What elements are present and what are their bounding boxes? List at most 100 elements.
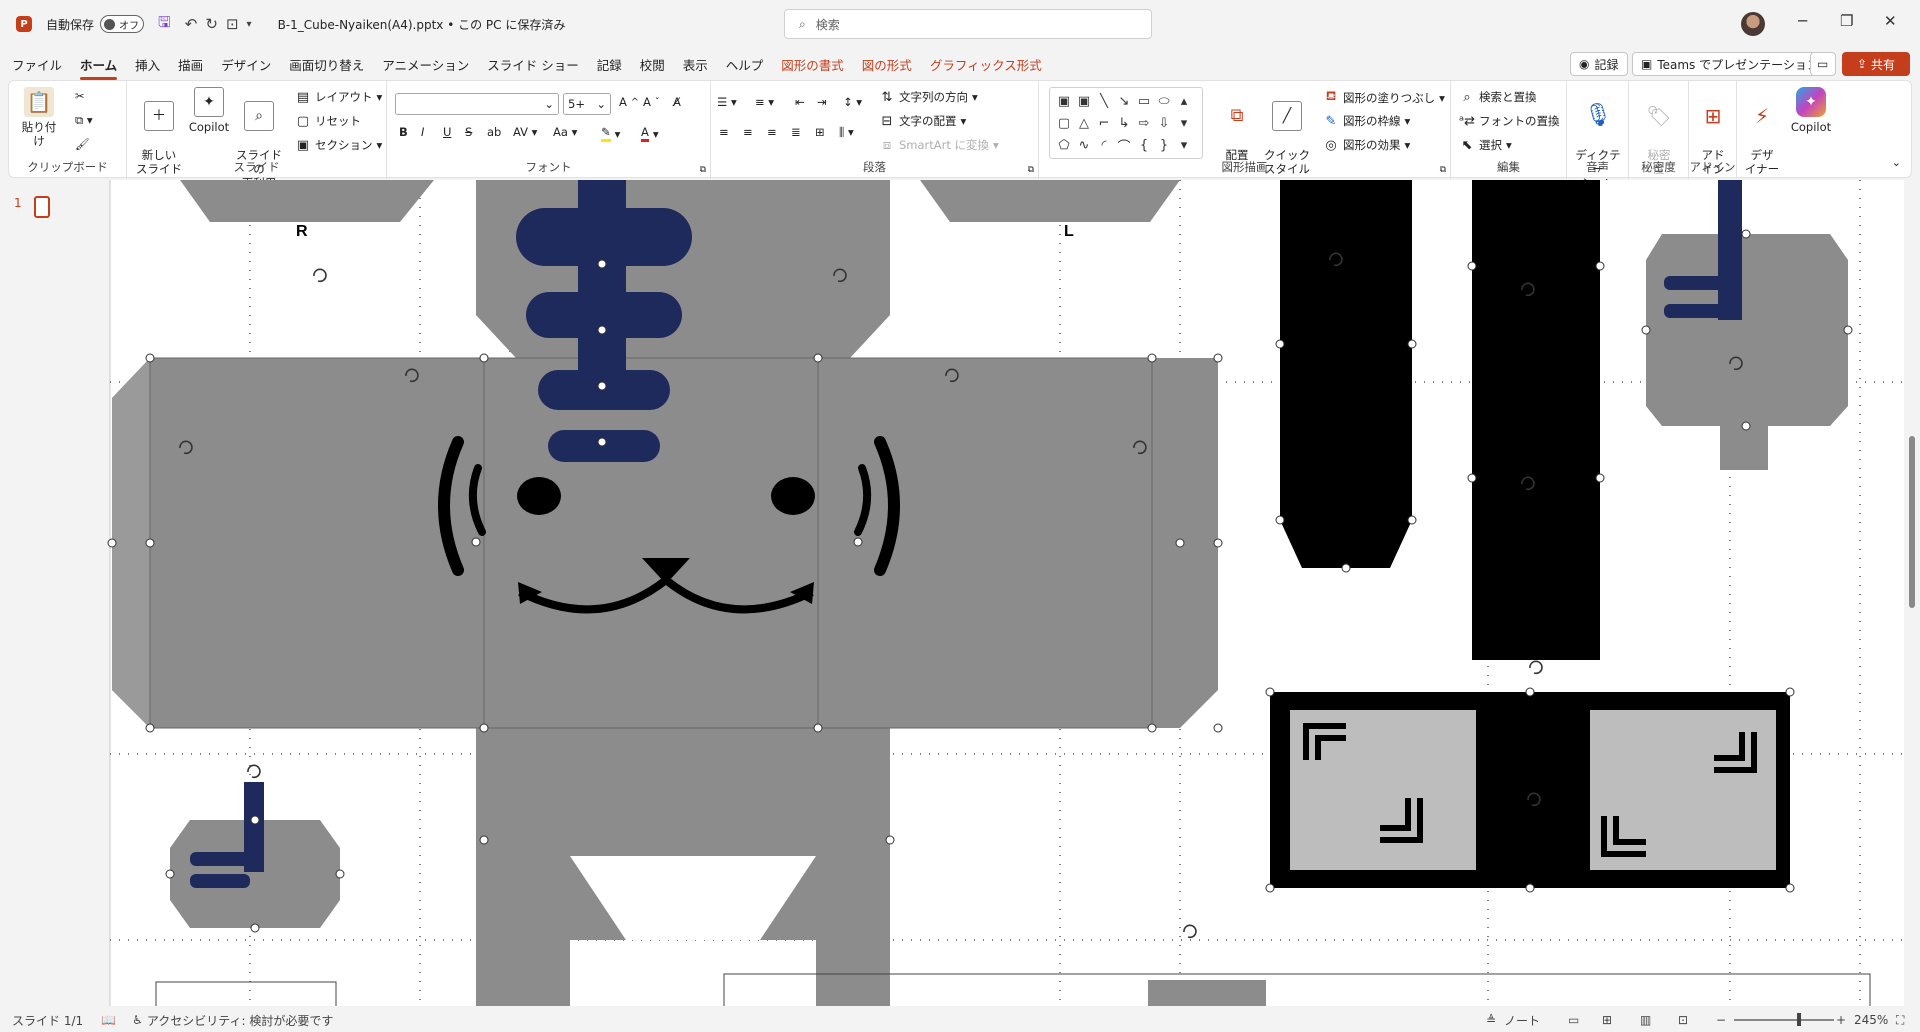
rectangle-shape-icon[interactable]: ▭ (1134, 90, 1154, 112)
bold-icon[interactable]: B (399, 125, 408, 139)
slide-sorter-icon[interactable]: ⊞ (1602, 1013, 1612, 1027)
left-brace-icon[interactable]: { (1134, 134, 1154, 156)
distribute-icon[interactable]: ⊞ (815, 125, 825, 139)
tab-graphics-format[interactable]: グラフィックス形式 (930, 55, 1042, 74)
align-left-icon[interactable]: ≡ (719, 125, 729, 139)
align-text-button[interactable]: ⊟ 文字の配置 ▾ (879, 113, 967, 129)
zoom-slider[interactable] (1734, 1019, 1834, 1021)
strip-b[interactable] (1472, 180, 1600, 660)
gray-box-bottom[interactable] (1148, 980, 1266, 1006)
strikethrough-icon[interactable]: S (465, 125, 472, 139)
vertical-scrollbar[interactable] (1904, 180, 1920, 1006)
format-painter-icon[interactable]: 🖌 (75, 137, 90, 151)
zoom-out-icon[interactable]: − (1716, 1013, 1726, 1027)
shape-fill-button[interactable]: ⛾ 図形の塗りつぶし ▾ (1323, 89, 1445, 106)
tab-insert[interactable]: 挿入 (135, 55, 160, 74)
curve-shape-icon[interactable]: ⌒ (1114, 134, 1134, 156)
tab-transitions[interactable]: 画面切り替え (289, 55, 364, 74)
char-spacing-icon[interactable]: AV ▾ (513, 125, 537, 139)
strip-a[interactable] (1280, 180, 1412, 568)
side-piece-left[interactable] (170, 782, 340, 928)
copilot-button[interactable]: ✦ Copilot (1787, 87, 1835, 134)
present-from-start-icon[interactable]: ⊡ (226, 15, 239, 33)
scribble-shape-icon[interactable]: ∿ (1074, 134, 1094, 156)
bottom-right-box[interactable] (1270, 692, 1790, 888)
copy-icon[interactable]: ⧉ ▾ (75, 113, 93, 128)
select-button[interactable]: ⬉ 選択 ▾ (1459, 137, 1512, 153)
find-replace-button[interactable]: ⌕ 検索と置換 (1459, 89, 1536, 105)
font-size-combo[interactable]: 5+ ⌄ (563, 93, 611, 115)
tab-design[interactable]: デザイン (221, 55, 271, 74)
collapse-ribbon-icon[interactable]: ⌄ (1892, 156, 1901, 169)
oval-shape-icon[interactable]: ⬭ (1154, 90, 1174, 112)
avatar[interactable] (1741, 12, 1765, 36)
save-icon[interactable]: 🖫 (158, 12, 171, 37)
columns-icon[interactable]: ⫼ ▾ (839, 125, 854, 140)
record-button[interactable]: ◉ 記録 (1570, 52, 1628, 76)
shrink-font-icon[interactable]: Aˇ (643, 95, 660, 109)
arrow-line-shape-icon[interactable]: ↘ (1114, 90, 1134, 112)
comments-button[interactable]: ▭ (1810, 52, 1836, 76)
right-arrow-shape-icon[interactable]: ⇨ (1134, 112, 1154, 134)
shapes-gallery[interactable]: ▣ ▣ ╲ ↘ ▭ ⬭ ▴ ▢ △ ⌐ ↳ ⇨ ⇩ ▾ ⬠ ∿ ◜ ⌒{} ▾ (1049, 87, 1203, 159)
bullets-icon[interactable]: ☰ ▾ (717, 95, 737, 109)
tab-home[interactable]: ホーム (80, 55, 118, 80)
elbow-arrow-icon[interactable]: ↳ (1114, 112, 1134, 134)
tab-animations[interactable]: アニメーション (382, 55, 469, 74)
freeform-shape-icon[interactable]: ⬠ (1054, 134, 1074, 156)
flap-top-right[interactable] (920, 180, 1180, 222)
down-arrow-shape-icon[interactable]: ⇩ (1154, 112, 1174, 134)
close-icon[interactable]: ✕ (1884, 12, 1897, 30)
search-input[interactable]: ⌕ 検索 (784, 9, 1152, 39)
textbox-shape-icon[interactable]: ▣ (1054, 90, 1074, 112)
numbering-icon[interactable]: ≡ ▾ (755, 95, 774, 109)
replace-fonts-button[interactable]: ᵃ⇄ フォントの置換 (1459, 113, 1560, 129)
reading-view-icon[interactable]: ▥ (1640, 1013, 1651, 1027)
cut-icon[interactable]: ✂ (75, 89, 85, 103)
zoom-slider-thumb[interactable] (1797, 1013, 1801, 1026)
rounded-rect-shape-icon[interactable]: ▢ (1054, 112, 1074, 134)
align-center-icon[interactable]: ≡ (743, 125, 753, 139)
slide-canvas[interactable]: R L (90, 180, 1908, 1006)
autosave-toggle[interactable]: オフ (100, 15, 145, 33)
tab-help[interactable]: ヘルプ (726, 55, 764, 74)
outline-box-right[interactable] (723, 973, 1871, 1006)
document-title[interactable]: B-1_Cube-Nyaiken(A4).pptx • この PC に保存済み (278, 16, 566, 33)
tab-picture-format[interactable]: 図の形式 (862, 55, 912, 74)
tab-record[interactable]: 記録 (597, 55, 622, 74)
clear-format-icon[interactable]: A̸ (673, 95, 681, 109)
underline-icon[interactable]: U (443, 125, 451, 139)
change-case-icon[interactable]: Aa ▾ (553, 125, 577, 139)
arc-shape-icon[interactable]: ◜ (1094, 134, 1114, 156)
customize-qat-icon[interactable]: ▾ (247, 19, 252, 30)
gallery-down-icon[interactable]: ▾ (1174, 112, 1194, 134)
section-button[interactable]: ▣ セクション ▾ (295, 137, 382, 153)
zoom-in-icon[interactable]: + (1836, 1013, 1846, 1027)
increase-indent-icon[interactable]: ⇥ (817, 95, 827, 109)
slide-thumbnail[interactable] (34, 196, 50, 218)
font-color-icon[interactable]: A ▾ (641, 125, 659, 142)
cube-middle-band[interactable] (112, 358, 1218, 728)
reset-button[interactable]: ▢ リセット (295, 113, 361, 129)
shape-outline-button[interactable]: ✎ 図形の枠線 ▾ (1323, 113, 1411, 129)
right-brace-icon[interactable]: } (1154, 134, 1174, 156)
slideshow-icon[interactable]: ⊡ (1678, 1013, 1688, 1027)
undo-icon[interactable]: ↶ (185, 15, 198, 33)
outline-box-left[interactable] (155, 981, 337, 1006)
vertical-textbox-shape-icon[interactable]: ▣ (1074, 90, 1094, 112)
tab-file[interactable]: ファイル (12, 55, 62, 74)
scrollbar-thumb[interactable] (1909, 436, 1915, 608)
notes-button[interactable]: ノート (1504, 1012, 1540, 1029)
designer-button[interactable]: ⚡ デザ イナー (1741, 87, 1783, 176)
accessibility-status[interactable]: アクセシビリティ: 検討が必要です (147, 1012, 334, 1029)
gallery-up-icon[interactable]: ▴ (1174, 90, 1194, 112)
tab-draw[interactable]: 描画 (178, 55, 203, 74)
shadow-icon[interactable]: ab (487, 125, 501, 139)
notes-icon[interactable]: ≜ (1486, 1013, 1496, 1027)
justify-icon[interactable]: ≣ (791, 125, 801, 139)
flap-top-left[interactable] (180, 180, 434, 222)
elbow-connector-icon[interactable]: ⌐ (1094, 112, 1114, 134)
line-shape-icon[interactable]: ╲ (1094, 90, 1114, 112)
tab-view[interactable]: 表示 (683, 55, 708, 74)
line-spacing-icon[interactable]: ↕ ▾ (843, 95, 862, 109)
